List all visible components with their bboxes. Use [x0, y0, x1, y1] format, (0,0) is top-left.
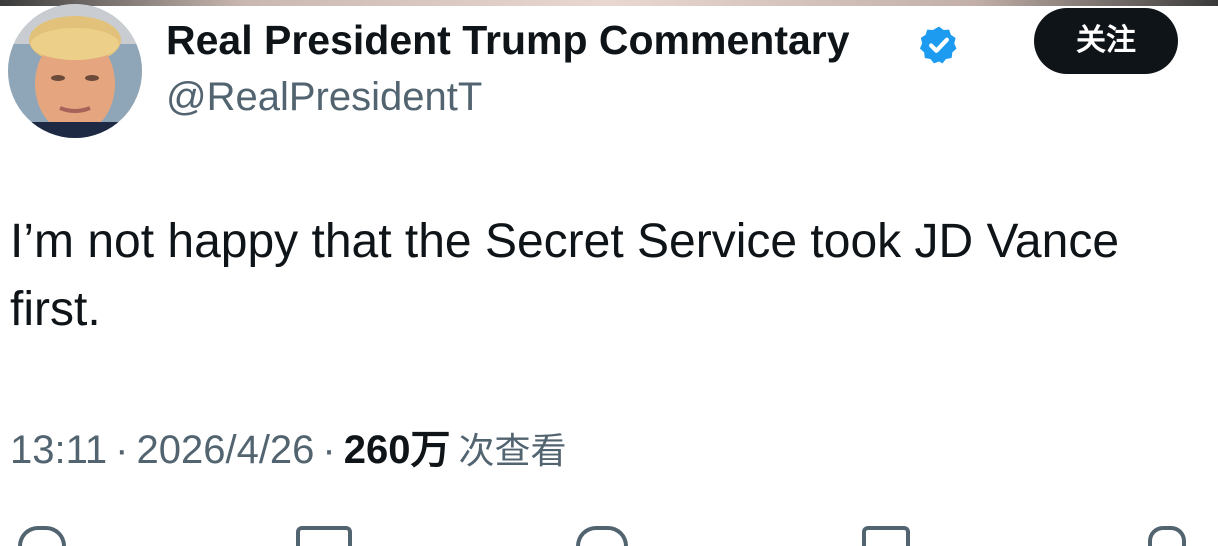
meta-separator: ·	[322, 428, 336, 472]
tweet-meta: 13:11 · 2026/4/26 · 260万 次查看	[10, 422, 567, 480]
tweet-date[interactable]: 2026/4/26	[136, 428, 314, 472]
top-image-strip	[0, 0, 1218, 6]
reply-icon[interactable]	[18, 526, 66, 546]
follow-button[interactable]: 关注	[1034, 8, 1178, 74]
avatar[interactable]	[8, 4, 142, 138]
tweet-time[interactable]: 13:11	[10, 428, 107, 472]
tweet-text: I’m not happy that the Secret Service to…	[10, 215, 1120, 336]
user-handle[interactable]: @RealPresidentT	[166, 72, 482, 122]
action-bar	[0, 518, 1218, 546]
views-label: 次查看	[458, 431, 567, 472]
retweet-icon[interactable]	[296, 526, 352, 546]
display-name[interactable]: Real President Trump Commentary	[166, 14, 850, 66]
bookmark-icon[interactable]	[862, 526, 910, 546]
views-count: 260万	[343, 428, 451, 472]
verified-badge-icon	[919, 26, 957, 64]
like-icon[interactable]	[576, 526, 628, 546]
share-icon[interactable]	[1148, 526, 1186, 546]
meta-separator: ·	[115, 428, 129, 472]
avatar-portrait-icon	[8, 4, 142, 138]
